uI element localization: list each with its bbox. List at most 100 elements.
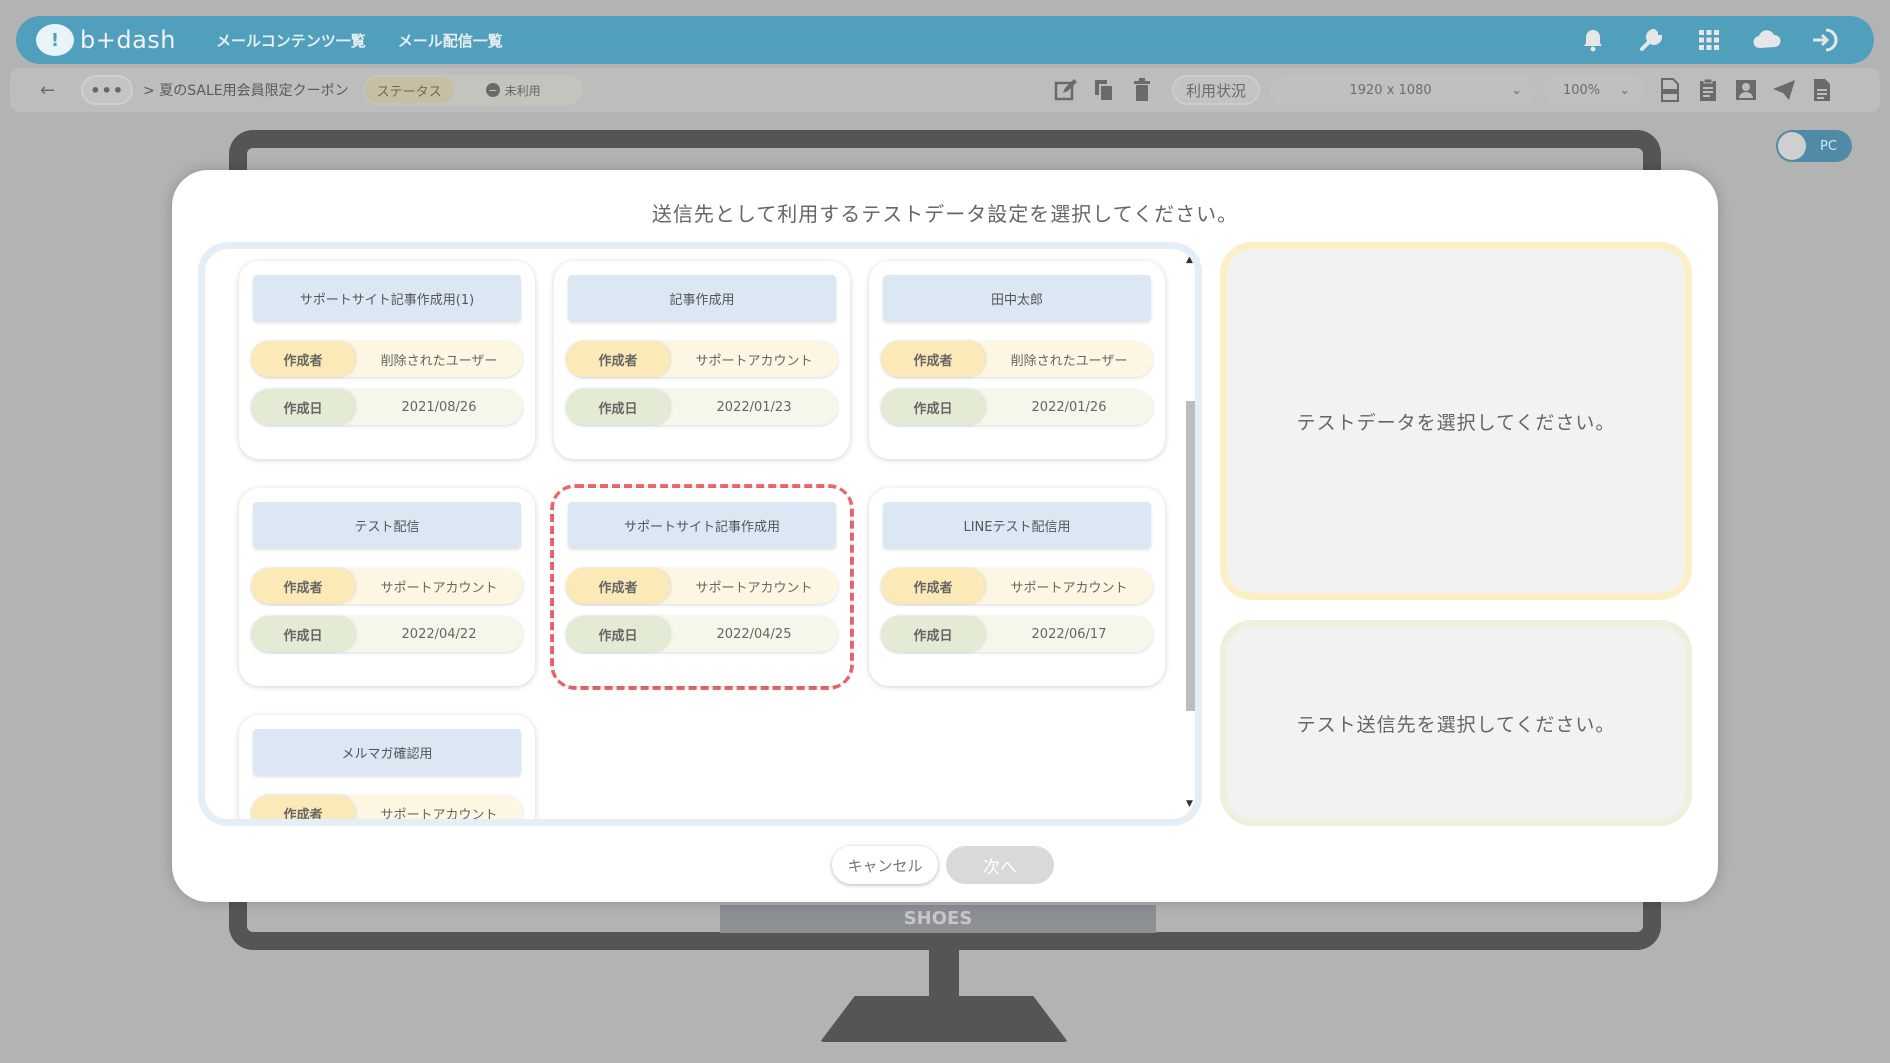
test-data-list: サポートサイト記事作成用(1) 作成者 削除されたユーザー 作成日 2021/0… [198,242,1202,826]
author-label: 作成者 [881,568,985,604]
card-title: サポートサイト記事作成用(1) [253,275,521,321]
next-button[interactable]: 次へ [946,846,1054,884]
user-card-icon[interactable] [1734,78,1758,102]
scroll-down-arrow-icon[interactable]: ▼ [1186,799,1193,809]
wrench-icon[interactable] [1636,25,1666,55]
date-label: 作成日 [566,616,670,652]
resolution-value: 1920 x 1080 [1349,82,1432,98]
pc-toggle-label: PC [1820,138,1837,154]
scrollbar-thumb[interactable] [1186,401,1195,711]
zoom-select[interactable]: 100% ⌄ [1544,75,1645,105]
monitor-stand [820,996,1068,1042]
test-data-card[interactable]: メルマガ確認用 作成者 サポートアカウント [239,715,535,819]
cloud-icon[interactable] [1752,25,1782,55]
modal-title: 送信先として利用するテストデータ設定を選択してください。 [651,202,1239,226]
status-value-text: 未利用 [504,83,541,98]
app-logo[interactable]: ! b+dash [36,24,176,56]
card-author-row: 作成者 削除されたユーザー [881,341,1153,377]
date-value: 2021/08/26 [401,399,477,415]
logo-text: b+dash [80,26,176,54]
test-data-card[interactable]: LINEテスト配信用 作成者 サポートアカウント 作成日 2022/06/17 [869,488,1165,686]
card-author-row: 作成者 サポートアカウント [881,568,1153,604]
nav-mail-contents[interactable]: メールコンテンツ一覧 [216,30,366,51]
date-value: 2022/04/22 [401,626,477,642]
more-button[interactable]: ••• [81,75,134,105]
breadcrumb: > 夏のSALE用会員限定クーポン [143,83,349,99]
zoom-value: 100% [1562,82,1601,98]
author-value: サポートアカウント [380,807,498,820]
bell-icon[interactable] [1578,25,1608,55]
toggle-knob [1778,132,1806,160]
status-value: − 未利用 [485,82,541,99]
monitor-neck [929,948,959,1000]
pc-device-toggle[interactable]: PC [1776,130,1852,162]
logo-mark-icon: ! [36,24,74,56]
usage-status-button[interactable]: 利用状況 [1172,75,1261,105]
header-icons [1578,25,1840,55]
author-label: 作成者 [251,568,355,604]
test-data-card[interactable]: 記事作成用 作成者 サポートアカウント 作成日 2022/01/23 [554,261,850,459]
resolution-select[interactable]: 1920 x 1080 ⌄ [1270,75,1537,105]
minus-circle-icon: − [485,83,500,97]
card-grid: サポートサイト記事作成用(1) 作成者 削除されたユーザー 作成日 2021/0… [205,249,1181,819]
test-data-card[interactable]: 田中太郎 作成者 削除されたユーザー 作成日 2022/01/26 [869,261,1165,459]
card-date-row: 作成日 2022/01/23 [566,389,838,425]
back-arrow-icon[interactable]: ← [40,80,55,101]
card-author-row: 作成者 サポートアカウント [251,795,523,819]
card-author-row: 作成者 サポートアカウント [251,568,523,604]
date-label: 作成日 [566,389,670,425]
scroll-up-arrow-icon[interactable]: ▲ [1186,255,1193,265]
date-value: 2022/01/23 [716,399,792,415]
cancel-button[interactable]: キャンセル [832,846,938,884]
document-icon[interactable] [1810,78,1834,102]
card-title: メルマガ確認用 [253,729,521,775]
card-author-row: 作成者 サポートアカウント [566,568,838,604]
test-data-card[interactable]: サポートサイト記事作成用(1) 作成者 削除されたユーザー 作成日 2021/0… [239,261,535,459]
list-scrollbar[interactable]: ▲ ▼ [1183,255,1195,811]
copy-icon[interactable] [1092,78,1116,102]
date-value: 2022/01/26 [1031,399,1107,415]
chevron-down-icon: ⌄ [1511,82,1523,98]
test-data-card-selected[interactable]: サポートサイト記事作成用 作成者 サポートアカウント 作成日 2022/04/2… [554,488,850,686]
chevron-down-icon: ⌄ [1619,82,1631,98]
card-title: 記事作成用 [568,275,836,321]
card-date-row: 作成日 2022/06/17 [881,616,1153,652]
status-label: ステータス [364,77,454,103]
logout-icon[interactable] [1810,25,1840,55]
card-date-row: 作成日 2022/04/22 [251,616,523,652]
date-value: 2022/04/25 [716,626,792,642]
top-header: ! b+dash メールコンテンツ一覧 メール配信一覧 [16,16,1874,64]
author-label: 作成者 [251,795,355,819]
html-file-icon[interactable] [1658,78,1682,102]
nav-mail-deliveries[interactable]: メール配信一覧 [398,30,503,51]
author-label: 作成者 [566,341,670,377]
clipboard-icon[interactable] [1696,78,1720,102]
author-value: 削除されたユーザー [1010,353,1128,369]
data-panel-placeholder: テストデータを選択してください。 [1296,411,1616,434]
test-data-select-modal: 送信先として利用するテストデータ設定を選択してください。 サポートサイト記事作成… [172,170,1718,902]
card-author-row: 作成者 サポートアカウント [566,341,838,377]
test-data-card[interactable]: テスト配信 作成者 サポートアカウント 作成日 2022/04/22 [239,488,535,686]
edit-icon[interactable] [1054,78,1078,102]
card-title: テスト配信 [253,502,521,548]
card-author-row: 作成者 削除されたユーザー [251,341,523,377]
send-icon[interactable] [1772,78,1796,102]
author-value: サポートアカウント [695,353,813,369]
grid-icon[interactable] [1694,25,1724,55]
top-nav: メールコンテンツ一覧 メール配信一覧 [216,30,503,51]
card-title: サポートサイト記事作成用 [568,502,836,548]
author-value: サポートアカウント [380,580,498,596]
card-date-row: 作成日 2022/04/25 [566,616,838,652]
date-label: 作成日 [881,616,985,652]
date-value: 2022/06/17 [1031,626,1107,642]
card-title: 田中太郎 [883,275,1151,321]
author-label: 作成者 [881,341,985,377]
toolbar-right: 利用状況 1920 x 1080 ⌄ 100% ⌄ [1054,68,1848,112]
trash-icon[interactable] [1130,78,1154,102]
card-title: LINEテスト配信用 [883,502,1151,548]
editor-toolbar: ← ••• > 夏のSALE用会員限定クーポン ステータス − 未利用 利用状況… [10,68,1880,112]
test-data-detail-panel: テストデータを選択してください。 [1220,242,1692,600]
dest-panel-placeholder: テスト送信先を選択してください。 [1296,713,1616,736]
author-value: サポートアカウント [695,580,813,596]
test-destination-panel: テスト送信先を選択してください。 [1220,620,1692,826]
